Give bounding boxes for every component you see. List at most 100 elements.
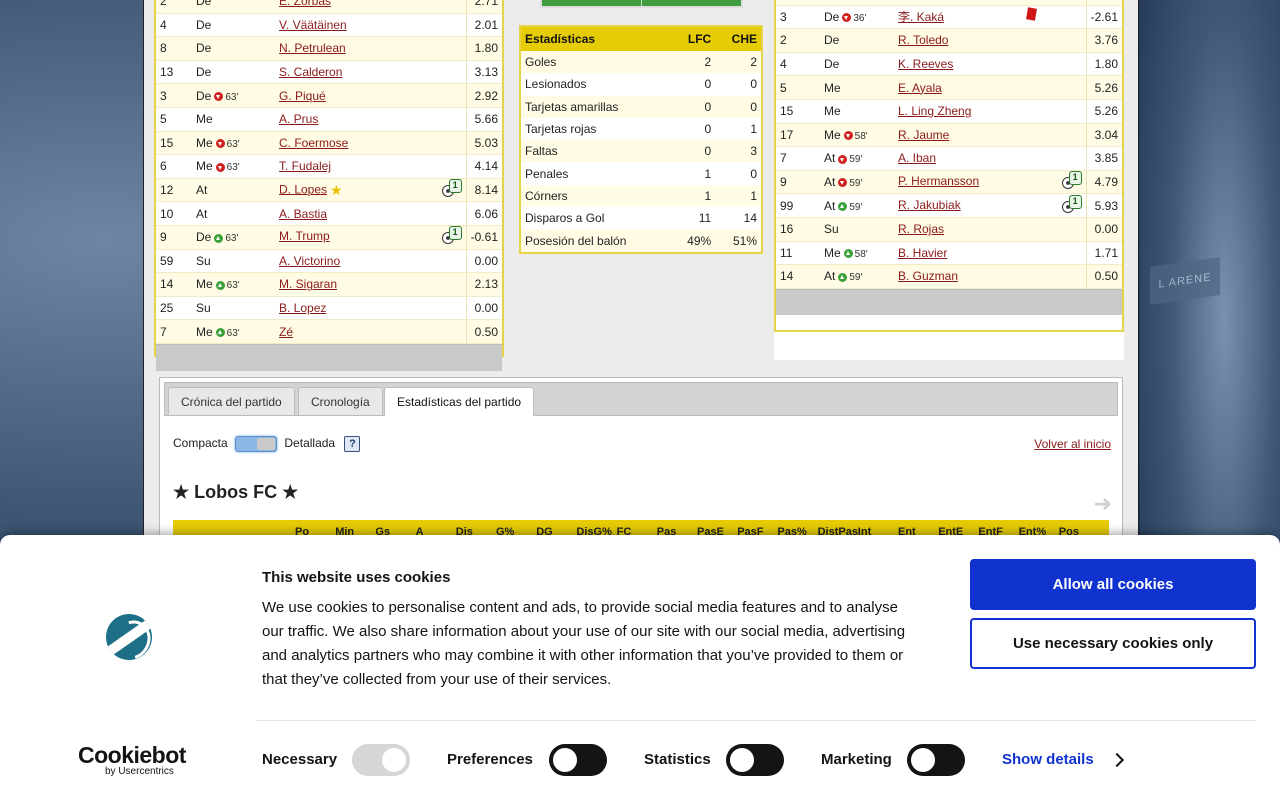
- player-link[interactable]: K. Reeves: [898, 57, 953, 71]
- sub-minute: 63': [226, 162, 240, 174]
- position-cell: Me 63': [192, 131, 275, 156]
- player-rating: 0.50: [1085, 264, 1122, 289]
- player-link[interactable]: N. Petrulean: [279, 41, 346, 55]
- stats-row: Posesión del balón 49% 51%: [521, 229, 761, 252]
- player-cell: D. Lopes ★ 1: [275, 178, 467, 203]
- position: Me: [824, 80, 841, 95]
- shirt-number: 13: [156, 60, 192, 85]
- player-link[interactable]: B. Havier: [898, 246, 947, 260]
- position: At: [196, 183, 208, 198]
- view-mode-toggle[interactable]: [235, 436, 278, 452]
- tab-cronologia[interactable]: Cronología: [298, 387, 383, 415]
- position-cell: De: [820, 52, 894, 77]
- marketing-switch[interactable]: [907, 744, 965, 776]
- player-link[interactable]: R. Rojas: [898, 222, 944, 236]
- sub-minute: 36': [853, 12, 867, 24]
- player-link[interactable]: 李. Kaká: [898, 10, 944, 24]
- position: De: [196, 88, 212, 103]
- next-arrow-icon[interactable]: ➜: [1094, 491, 1112, 517]
- player-link[interactable]: M. Trump: [279, 229, 330, 243]
- player-link[interactable]: V. Väätäinen: [279, 18, 347, 32]
- lineup-row: 11 Me 58' B. Havier 1.71: [776, 241, 1122, 266]
- lineup-row: 5 Me A. Prus 5.66: [156, 107, 502, 132]
- chevron-right-icon[interactable]: [1109, 752, 1125, 768]
- player-link[interactable]: E. Ayala: [898, 81, 942, 95]
- stat-home-value: 1: [671, 184, 716, 208]
- cookiebot-globe-icon: [106, 614, 152, 660]
- lineup-row: 4 De V. Väätäinen 2.01: [156, 13, 502, 38]
- position: De: [196, 230, 212, 245]
- stat-label: Tarjetas rojas: [525, 122, 597, 137]
- position: Su: [196, 301, 211, 316]
- player-link[interactable]: L. Ling Zheng: [898, 104, 971, 118]
- shirt-number: 16: [776, 217, 820, 242]
- lineup-row: 9 De 63' M. Trump 1 -0.61: [156, 225, 502, 250]
- player-link[interactable]: B. Guzman: [898, 269, 958, 283]
- goal-ball-icon: 1: [441, 226, 462, 245]
- lineup-row: 7 Me 63' Zé 0.50: [156, 319, 502, 344]
- player-link[interactable]: A. Bastia: [279, 207, 327, 221]
- stats-header: Estadísticas: [521, 27, 672, 51]
- team-title: ★ Lobos FC ★: [173, 482, 299, 502]
- allow-all-cookies-button[interactable]: Allow all cookies: [970, 559, 1256, 610]
- lineup-row: 3 De 36' 李. Kaká -2.61: [776, 5, 1122, 30]
- player-link[interactable]: A. Victorino: [279, 254, 340, 268]
- home-lineup: 2 De E. Zorbas 2.71 4 De V. Väätäinen 2.01 8 De N.…: [154, 0, 504, 371]
- sub-minute: 63': [225, 91, 239, 103]
- player-cell: R. Toledo: [894, 28, 1087, 53]
- preferences-switch[interactable]: [549, 744, 607, 776]
- player-rating: 0.00: [1085, 217, 1122, 242]
- necessary-cookies-button[interactable]: Use necessary cookies only: [970, 618, 1256, 669]
- lineup-row: 25 Su B. Lopez 0.00: [156, 296, 502, 321]
- help-icon[interactable]: ?: [344, 436, 361, 452]
- player-link[interactable]: C. Foermose: [279, 136, 348, 150]
- shirt-number: 14: [776, 264, 820, 289]
- player-link[interactable]: P. Hermansson: [898, 174, 979, 188]
- show-details-link[interactable]: Show details: [1002, 751, 1094, 768]
- position-cell: De 63': [192, 225, 275, 250]
- stat-label: Faltas: [521, 140, 672, 163]
- stats-row: Penales 1 0: [521, 162, 761, 184]
- player-link[interactable]: S. Calderon: [279, 65, 342, 79]
- player-cell: G. Piqué: [275, 83, 467, 108]
- shirt-number: 25: [156, 296, 192, 321]
- cookie-title: This website uses cookies: [262, 569, 451, 586]
- sub-in-icon: [215, 327, 225, 337]
- player-link[interactable]: T. Fudalej: [279, 159, 331, 173]
- player-link[interactable]: R. Jakubiak: [898, 198, 961, 212]
- player-link[interactable]: D. Lopes: [279, 182, 327, 196]
- tab-cronica[interactable]: Crónica del partido: [168, 387, 295, 415]
- statistics-switch[interactable]: [726, 744, 784, 776]
- player-rating: 2.01: [465, 13, 502, 38]
- player-cell: L. Ling Zheng: [894, 99, 1087, 124]
- away-lineup: 6DeR. Dudkowski5.173De36'李. Kaká-2.612De…: [774, 0, 1124, 332]
- position-cell: At: [192, 201, 275, 226]
- tab-estadisticas[interactable]: Estadísticas del partido: [384, 387, 535, 416]
- position-cell: Me: [820, 75, 894, 100]
- player-link[interactable]: E. Zorbas: [279, 0, 331, 8]
- player-link[interactable]: G. Piqué: [279, 89, 326, 103]
- player-rating: 5.26: [1085, 75, 1122, 100]
- position-cell: Me 58': [820, 241, 894, 266]
- player-rating: 2.92: [465, 83, 502, 108]
- stat-away-value: 0: [750, 77, 757, 92]
- player-link[interactable]: R. Toledo: [898, 33, 948, 47]
- cookiebot-logo-sub: by Usercentrics: [105, 766, 174, 777]
- position-cell: At 59': [820, 264, 894, 289]
- lineup-row: 8 De N. Petrulean 1.80: [156, 36, 502, 61]
- lineup-row: 6 Me 63' T. Fudalej 4.14: [156, 154, 502, 179]
- position-cell: Me: [820, 99, 894, 124]
- lineup-row: 2 De R. Toledo 3.76: [776, 28, 1122, 53]
- player-link[interactable]: M. Sigaran: [279, 277, 337, 291]
- player-cell: B. Lopez: [275, 296, 467, 321]
- player-link[interactable]: B. Lopez: [279, 301, 326, 315]
- player-link[interactable]: Zé: [279, 325, 293, 339]
- player-link[interactable]: A. Iban: [898, 151, 936, 165]
- switch-knob: [382, 748, 406, 772]
- player-link[interactable]: A. Prus: [279, 112, 318, 126]
- player-link[interactable]: R. Jaume: [898, 128, 949, 142]
- shirt-number: 4: [776, 52, 820, 77]
- position-cell: Me: [192, 107, 275, 132]
- view-toggle-row: Compacta Detallada ?: [173, 436, 361, 452]
- back-to-top-link[interactable]: Volver al inicio: [1034, 437, 1111, 451]
